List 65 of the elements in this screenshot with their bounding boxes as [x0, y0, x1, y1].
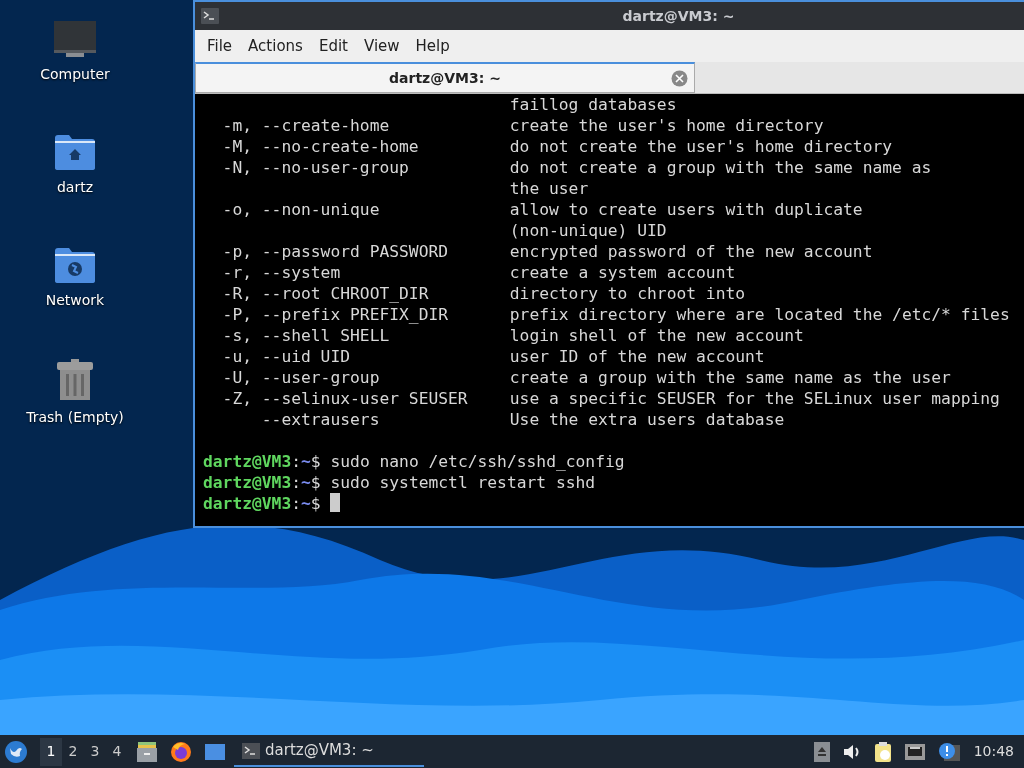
menu-item[interactable]: Help — [407, 32, 458, 60]
option-text: -u, --uid UID — [221, 346, 352, 367]
icon-label: Trash (Empty) — [26, 408, 124, 427]
option-text: -p, --password PASSWORD — [221, 241, 450, 262]
option-text: -N, --no-user-group — [221, 157, 410, 178]
computer-icon[interactable] — [53, 20, 97, 58]
workspace-button[interactable]: 4 — [106, 737, 128, 766]
task-button[interactable]: dartz@VM3: ~ — [234, 736, 424, 767]
workspace-button[interactable]: 3 — [84, 737, 106, 766]
network-icon[interactable] — [903, 742, 926, 761]
option-text: -Z, --selinux-user SEUSER — [221, 388, 469, 409]
description-text: create the user's home directory — [509, 115, 824, 136]
app-menu-icon[interactable] — [4, 739, 28, 764]
terminal-icon — [242, 742, 260, 759]
close-icon[interactable] — [671, 70, 688, 87]
clock-text: 10:48 — [973, 742, 1014, 761]
option-text: -M, --no-create-home — [221, 136, 420, 157]
menu-item[interactable]: View — [355, 32, 408, 60]
description-text: allow to create users with duplicate — [509, 199, 863, 220]
icon-label: Network — [45, 291, 105, 310]
description-text: do not create a group with the same name as — [509, 157, 932, 178]
command-text: sudo systemctl restart sshd — [330, 472, 596, 493]
terminal-icon — [201, 8, 219, 24]
description-text: do not create the user's home directory — [509, 136, 893, 157]
workspace-button[interactable]: 2 — [62, 737, 84, 766]
window-title: dartz@VM3: ~ — [621, 6, 736, 26]
description-text: faillog databases — [509, 94, 677, 115]
prompt-text: dartz@VM3:~$ — [203, 472, 321, 493]
option-text: --extrausers — [260, 409, 381, 430]
description-text: create a group with the same name as the user — [509, 367, 951, 388]
command-text: sudo nano /etc/ssh/sshd_config — [330, 451, 625, 472]
option-text: -s, --shell SHELL — [221, 325, 391, 346]
eject-icon[interactable] — [813, 741, 830, 762]
clipboard-icon[interactable] — [873, 740, 892, 763]
description-text: directory to chroot into — [509, 283, 746, 304]
menu-item[interactable]: Edit — [310, 32, 356, 60]
file-cabinet-icon[interactable] — [136, 740, 158, 763]
prompt-text: dartz@VM3:~$ — [203, 493, 321, 514]
trash-icon[interactable] — [56, 359, 94, 401]
description-text: user ID of the new account — [509, 346, 765, 367]
description-text: (non-unique) UID — [509, 220, 667, 241]
option-text: -r, --system — [221, 262, 342, 283]
description-text: create a system account — [509, 262, 736, 283]
home-folder-icon[interactable] — [54, 133, 96, 171]
workspace-button[interactable]: 1 — [40, 737, 62, 766]
description-text: Use the extra users database — [509, 409, 785, 430]
option-text: -R, --root CHROOT_DIR — [221, 283, 430, 304]
notification-icon[interactable] — [937, 741, 960, 762]
option-text: -P, --prefix PREFIX_DIR — [221, 304, 450, 325]
icon-label: Computer — [40, 65, 110, 84]
option-text: -U, --user-group — [221, 367, 381, 388]
tab[interactable]: dartz@VM3: ~ — [195, 62, 695, 93]
prompt-text: dartz@VM3:~$ — [203, 451, 321, 472]
menu-item[interactable]: File — [199, 32, 241, 60]
description-text: login shell of the new account — [509, 325, 804, 346]
description-text: use a specific SEUSER for the SELinux user mapping — [509, 388, 1000, 409]
menu-item[interactable]: Actions — [240, 32, 311, 60]
description-text: prefix directory where are located the /etc/* files — [509, 304, 1010, 325]
icon-label: dartz — [56, 178, 94, 197]
browser-icon[interactable] — [170, 740, 192, 763]
description-text: encrypted password of the new account — [509, 241, 873, 262]
option-text: -o, --non-unique — [221, 199, 381, 220]
option-text: -m, --create-home — [221, 115, 391, 136]
description-text: the user — [509, 178, 589, 199]
network-folder-icon[interactable] — [54, 246, 96, 284]
